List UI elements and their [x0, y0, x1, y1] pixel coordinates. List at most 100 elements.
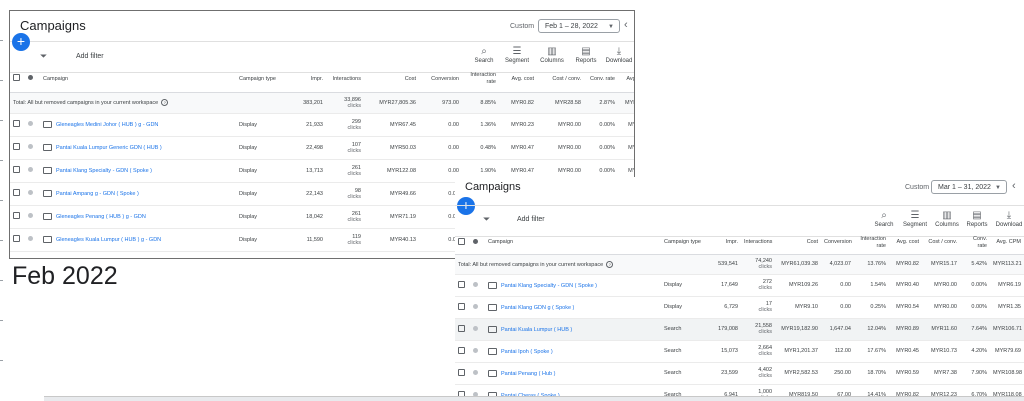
- row-checkbox[interactable]: [10, 113, 25, 137]
- add-filter-button[interactable]: Add filter: [517, 216, 545, 223]
- row-checkbox[interactable]: [455, 362, 470, 385]
- reports-button[interactable]: ▤ Reports: [571, 45, 601, 64]
- status-dot-icon[interactable]: [25, 182, 40, 206]
- search-button[interactable]: ⌕ Search: [869, 209, 899, 228]
- previous-period-icon[interactable]: ‹: [624, 19, 628, 31]
- row-checkbox[interactable]: [10, 182, 25, 206]
- campaign-name-link[interactable]: Pantai Klang Specialty - GDN ( Spoke ): [56, 168, 152, 174]
- column-header[interactable]: Interaction rate: [462, 67, 499, 93]
- search-button[interactable]: ⌕ Search: [469, 45, 499, 64]
- campaign-name-cell[interactable]: Pantai Ipoh ( Spoke ): [485, 340, 661, 363]
- row-checkbox[interactable]: [10, 205, 25, 229]
- column-header[interactable]: Avg. cost: [499, 67, 537, 93]
- table-row[interactable]: Pantai Klang GDN g ( Spoke ) Display 6,729…: [455, 296, 1024, 319]
- impr: 15,073: [705, 340, 741, 363]
- column-header[interactable]: Impr.: [705, 232, 741, 255]
- table-row[interactable]: Pantai Kuala Lumpur Generic GDN ( HUB ) D…: [10, 136, 634, 160]
- campaign-name-link[interactable]: Pantai Ipoh ( Spoke ): [501, 348, 553, 354]
- status-dot-icon[interactable]: [470, 296, 485, 319]
- campaign-name-link[interactable]: Gleneagles Kuala Lumpur ( HUB ) g - GDN: [56, 237, 161, 243]
- help-icon[interactable]: ?: [606, 260, 614, 268]
- column-header[interactable]: Interactions: [326, 67, 364, 93]
- add-filter-button[interactable]: Add filter: [76, 53, 104, 60]
- columns-button[interactable]: ▥ Columns: [537, 45, 567, 64]
- column-header[interactable]: Avg. cost: [889, 232, 922, 255]
- status-column-header: [470, 232, 485, 255]
- column-header[interactable]: Campaign type: [661, 232, 705, 255]
- status-dot-icon[interactable]: [470, 274, 485, 297]
- status-dot-icon[interactable]: [25, 228, 40, 252]
- column-header[interactable]: Cost: [364, 67, 419, 93]
- status-dot-icon[interactable]: [25, 136, 40, 160]
- date-range-picker[interactable]: Feb 1 – 28, 2022 ▼: [538, 19, 620, 33]
- campaign-name-cell[interactable]: Gleneagles Penang ( HUB ) g - GDN: [40, 205, 236, 229]
- campaign-name-cell[interactable]: Pantai Penang ( Hub ): [485, 362, 661, 385]
- download-button[interactable]: ⤓ Download: [994, 209, 1024, 228]
- segment-button[interactable]: ☰ Segment: [900, 209, 930, 228]
- table-row[interactable]: Pantai Ipoh ( Spoke ) Search 15,073 2,664 cl…: [455, 340, 1024, 363]
- column-header[interactable]: Campaign type: [236, 67, 288, 93]
- campaign-name-cell[interactable]: Pantai Klang GDN g ( Spoke ): [485, 296, 661, 319]
- column-header[interactable]: Avg. CPM: [990, 232, 1024, 255]
- column-header[interactable]: Cost / conv.: [537, 67, 584, 93]
- column-header[interactable]: Interactions: [741, 232, 775, 255]
- select-all-checkbox[interactable]: [10, 67, 25, 93]
- campaign-name-cell[interactable]: Gleneagles Kuala Lumpur ( HUB ) g - GDN: [40, 228, 236, 252]
- table-row[interactable]: Pantai Penang ( Hub ) Search 23,599 4,402 cl…: [455, 362, 1024, 385]
- help-icon[interactable]: ?: [161, 99, 169, 106]
- table-row[interactable]: Pantai Klang Specialty - GDN ( Spoke ) Di…: [455, 274, 1024, 297]
- filter-icon[interactable]: ⏷: [40, 51, 47, 62]
- status-dot-icon[interactable]: [470, 318, 485, 341]
- status-dot-icon[interactable]: [25, 205, 40, 229]
- row-checkbox[interactable]: [455, 340, 470, 363]
- previous-period-icon[interactable]: ‹: [1012, 180, 1016, 192]
- column-header[interactable]: Conv. rate: [584, 67, 618, 93]
- campaign-name-link[interactable]: Pantai Kuala Lumpur ( HUB ): [501, 326, 572, 332]
- status-dot-icon[interactable]: [25, 159, 40, 183]
- campaign-name-cell[interactable]: Pantai Kuala Lumpur ( HUB ): [485, 318, 661, 341]
- reports-button[interactable]: ▤ Reports: [962, 209, 992, 228]
- campaign-name-link[interactable]: Gleneagles Medini Johor ( HUB ) g - GDN: [56, 122, 158, 128]
- campaign-name-link[interactable]: Pantai Klang GDN g ( Spoke ): [501, 304, 574, 310]
- campaign-type: Display: [236, 182, 288, 206]
- campaign-name-cell[interactable]: Pantai Ampang g - GDN ( Spoke ): [40, 182, 236, 206]
- row-checkbox[interactable]: [10, 159, 25, 183]
- campaign-name-link[interactable]: Gleneagles Penang ( HUB ) g - GDN: [56, 214, 146, 220]
- filter-icon[interactable]: ⏷: [483, 214, 490, 225]
- column-header[interactable]: Campaign: [40, 67, 236, 93]
- column-header[interactable]: Conversion: [821, 232, 854, 255]
- campaign-name-link[interactable]: Pantai Penang ( Hub ): [501, 370, 555, 376]
- status-dot-icon[interactable]: [470, 340, 485, 363]
- date-range-picker[interactable]: Mar 1 – 31, 2022 ▼: [931, 180, 1007, 194]
- segment-button[interactable]: ☰ Segment: [502, 45, 532, 64]
- status-dot-icon[interactable]: [25, 113, 40, 137]
- column-header[interactable]: Impr.: [288, 67, 326, 93]
- columns-button[interactable]: ▥ Columns: [932, 209, 962, 228]
- row-checkbox[interactable]: [455, 296, 470, 319]
- campaign-name-link[interactable]: Pantai Kuala Lumpur Generic GDN ( HUB ): [56, 145, 162, 151]
- column-header[interactable]: Cost / conv.: [922, 232, 960, 255]
- column-header[interactable]: Conv. rate: [960, 232, 990, 255]
- status-dot-icon[interactable]: [470, 362, 485, 385]
- column-header[interactable]: Avg. CPM: [618, 67, 634, 93]
- campaign-name-cell[interactable]: Pantai Klang Specialty - GDN ( Spoke ): [485, 274, 661, 297]
- dropdown-caret-icon: ▼: [608, 24, 614, 30]
- table-row[interactable]: Gleneagles Medini Johor ( HUB ) g - GDN D…: [10, 113, 634, 137]
- row-checkbox[interactable]: [10, 136, 25, 160]
- column-header[interactable]: Campaign: [485, 232, 661, 255]
- campaign-name-cell[interactable]: Pantai Klang Specialty - GDN ( Spoke ): [40, 159, 236, 183]
- row-checkbox[interactable]: [455, 318, 470, 341]
- horizontal-scrollbar[interactable]: [44, 396, 1024, 401]
- campaign-name-link[interactable]: Pantai Klang Specialty - GDN ( Spoke ): [501, 282, 597, 288]
- row-checkbox[interactable]: [10, 228, 25, 252]
- table-row[interactable]: Pantai Kuala Lumpur ( HUB ) Search 179,008…: [455, 318, 1024, 341]
- download-button[interactable]: ⤓ Download: [604, 45, 634, 64]
- campaign-name-cell[interactable]: Gleneagles Medini Johor ( HUB ) g - GDN: [40, 113, 236, 137]
- select-all-checkbox[interactable]: [455, 232, 470, 255]
- row-checkbox[interactable]: [455, 274, 470, 297]
- column-header[interactable]: Conversion: [419, 67, 462, 93]
- campaign-name-cell[interactable]: Pantai Kuala Lumpur Generic GDN ( HUB ): [40, 136, 236, 160]
- column-header[interactable]: Interaction rate: [854, 232, 889, 255]
- campaign-name-link[interactable]: Pantai Ampang g - GDN ( Spoke ): [56, 191, 139, 197]
- column-header[interactable]: Cost: [775, 232, 821, 255]
